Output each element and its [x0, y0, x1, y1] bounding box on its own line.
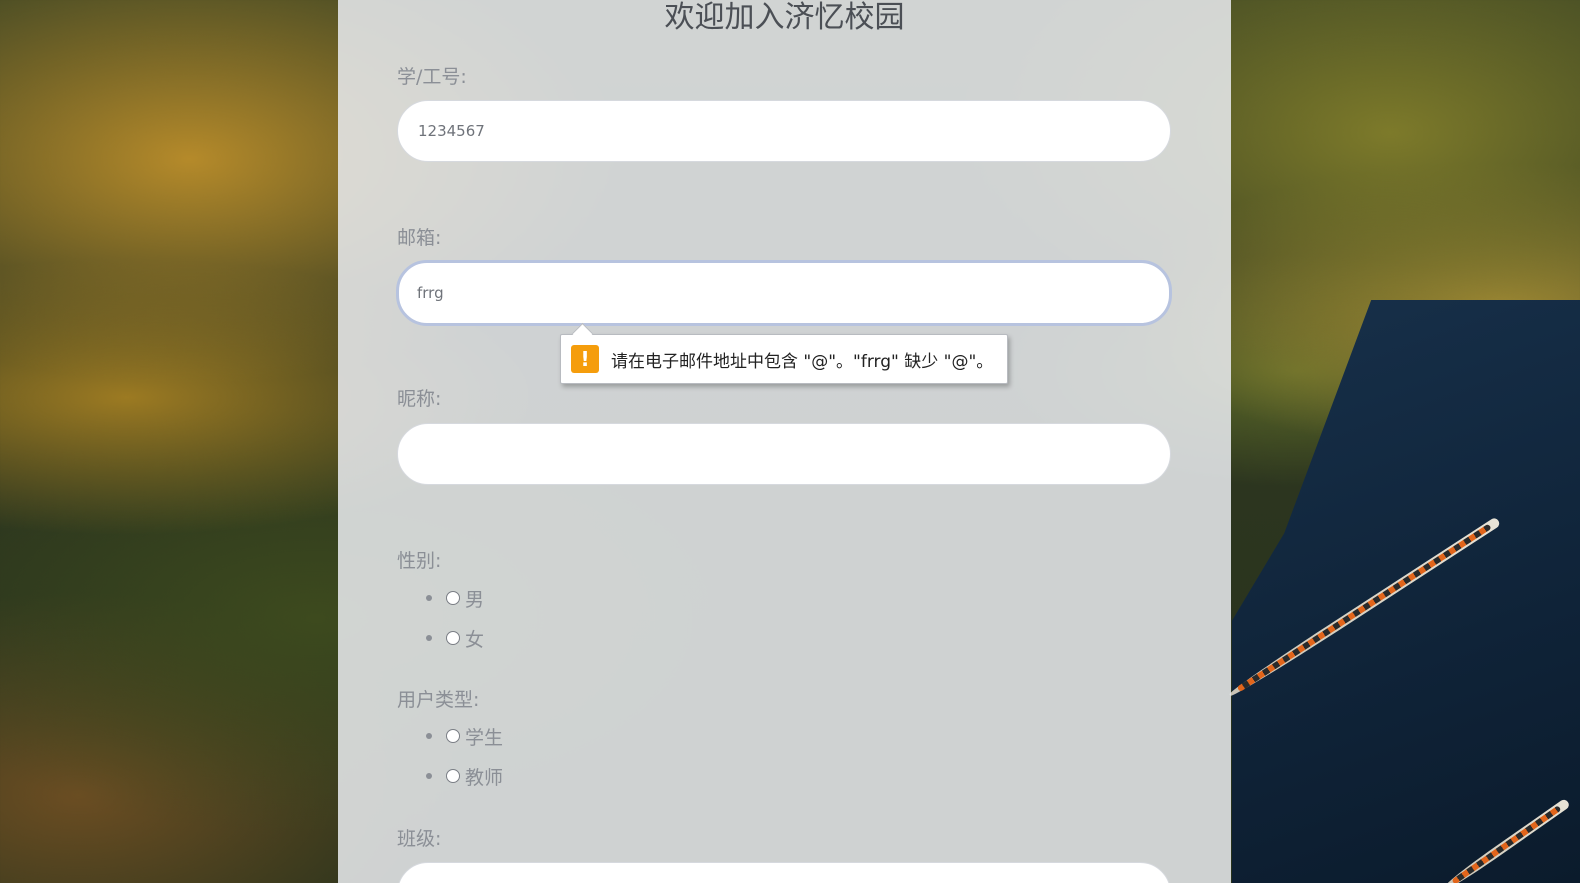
- gender-male-label: 男: [465, 588, 485, 611]
- gender-label: 性别:: [397, 550, 442, 572]
- user-type-label: 用户类型:: [397, 689, 480, 711]
- student-id-input[interactable]: 1234567: [397, 100, 1171, 162]
- nickname-input[interactable]: [397, 423, 1171, 485]
- nickname-label: 昵称:: [397, 388, 442, 410]
- list-bullet: [426, 733, 432, 739]
- email-input[interactable]: frrg: [396, 260, 1172, 326]
- gender-female-radio[interactable]: [446, 631, 460, 645]
- user-type-options: 学生 教师: [426, 716, 503, 796]
- class-label: 班级:: [397, 828, 442, 850]
- email-label: 邮箱:: [397, 227, 442, 249]
- student-id-value: 1234567: [418, 122, 485, 140]
- user-type-option-student[interactable]: 学生: [426, 716, 503, 756]
- user-type-teacher-label: 教师: [465, 766, 504, 789]
- email-value: frrg: [417, 284, 444, 302]
- registration-panel: 欢迎加入济忆校园 学/工号: 1234567 邮箱: frrg 昵称: 性别: …: [338, 0, 1231, 883]
- student-id-label: 学/工号:: [397, 66, 467, 88]
- gender-option-male[interactable]: 男: [426, 578, 484, 618]
- user-type-teacher-radio[interactable]: [446, 769, 460, 783]
- validation-message: 请在电子邮件地址中包含 "@"。"frrg" 缺少 "@"。: [611, 351, 994, 372]
- gender-options: 男 女: [426, 578, 484, 658]
- user-type-option-teacher[interactable]: 教师: [426, 756, 503, 796]
- gender-option-female[interactable]: 女: [426, 618, 484, 658]
- gender-female-label: 女: [465, 628, 485, 651]
- list-bullet: [426, 635, 432, 641]
- class-input[interactable]: [397, 862, 1171, 883]
- user-type-student-radio[interactable]: [446, 729, 460, 743]
- warning-icon: !: [571, 345, 599, 373]
- user-type-student-label: 学生: [465, 726, 504, 749]
- list-bullet: [426, 595, 432, 601]
- page-title: 欢迎加入济忆校园: [664, 0, 905, 35]
- gender-male-radio[interactable]: [446, 591, 460, 605]
- list-bullet: [426, 773, 432, 779]
- email-validation-tooltip: ! 请在电子邮件地址中包含 "@"。"frrg" 缺少 "@"。: [560, 334, 1008, 384]
- background-water: [1232, 300, 1580, 883]
